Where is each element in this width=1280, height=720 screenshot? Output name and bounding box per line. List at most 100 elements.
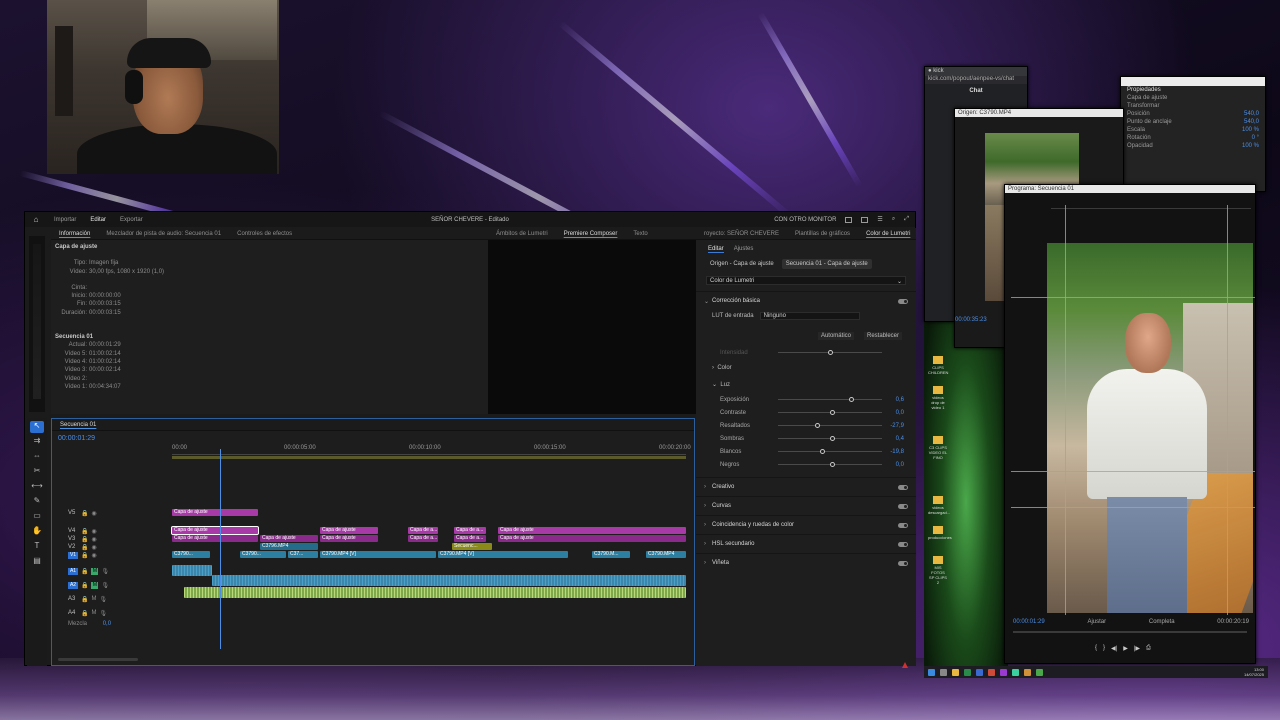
program-timecode[interactable]: 00:00:01:29	[1013, 619, 1045, 625]
tab-effect-controls[interactable]: Controles de efectos	[229, 231, 300, 237]
slider-knob[interactable]	[819, 449, 825, 454]
caption-icon[interactable]: ▤	[30, 556, 44, 568]
track-header-v2[interactable]: V2 🔒 ◉	[68, 543, 168, 551]
lock-icon[interactable]: 🔒	[81, 568, 88, 575]
timeline-clip[interactable]: Capa de ajuste	[498, 535, 686, 542]
light-slider[interactable]: Contraste 0,0	[696, 406, 916, 419]
settings-subtab[interactable]: Ajustes	[734, 246, 754, 253]
slider-track[interactable]	[778, 449, 882, 454]
home-icon[interactable]: ⌂	[25, 215, 47, 224]
section-toggle[interactable]	[898, 560, 908, 566]
intensity-slider[interactable]: Intensidad	[696, 346, 916, 359]
app-icon[interactable]	[988, 668, 995, 676]
export-tab[interactable]: Exportar	[113, 217, 150, 223]
workspace-label[interactable]: CON OTRO MONITOR	[774, 217, 836, 223]
section-toggle[interactable]	[898, 503, 908, 509]
horizontal-scrollbar[interactable]	[58, 658, 138, 661]
source-timecode[interactable]: 00:00:35:23	[955, 317, 987, 323]
mix-value[interactable]: 0,0	[103, 621, 111, 627]
timeline-clip[interactable]: C37...	[288, 551, 318, 558]
audio-clip[interactable]	[172, 565, 212, 576]
playhead[interactable]	[220, 449, 221, 649]
ripple-edit-icon[interactable]: ⇔	[30, 451, 44, 463]
timeline-clip[interactable]: Capa de ajuste	[172, 535, 258, 542]
share-icon[interactable]	[861, 216, 869, 223]
explorer-icon[interactable]	[952, 668, 959, 676]
desktop-folder[interactable]: C3 CLIPS VIDEO EL FINO	[928, 436, 948, 460]
start-icon[interactable]	[928, 668, 935, 676]
eye-icon[interactable]: ◉	[91, 536, 96, 543]
eye-icon[interactable]: ◉	[91, 528, 96, 535]
eye-icon[interactable]: ◉	[91, 510, 96, 517]
light-subsection[interactable]: ⌄ Luz	[696, 376, 916, 393]
app-icon[interactable]	[964, 668, 971, 676]
auto-button[interactable]: Automático	[817, 332, 854, 340]
taskbar-clock[interactable]: 13:00 14/07/2025	[1244, 667, 1264, 677]
play-icon[interactable]: ▶	[1123, 645, 1128, 652]
step-forward-icon[interactable]: |▶	[1134, 645, 1140, 652]
properties-window[interactable]: Propiedades Capa de ajuste Transformar P…	[1120, 76, 1266, 192]
track-header-v4[interactable]: V4 🔒 ◉	[68, 527, 168, 535]
mute-label[interactable]: M	[91, 610, 96, 616]
lock-icon[interactable]: 🔒	[81, 582, 88, 589]
app-icon[interactable]	[1036, 668, 1043, 676]
timeline-clip[interactable]: Capa de ajuste	[320, 535, 378, 542]
import-tab[interactable]: Importar	[47, 217, 83, 223]
section-toggle[interactable]	[898, 484, 908, 490]
timeline-clip[interactable]: Capa de ajuste	[171, 526, 259, 535]
timeline-clip[interactable]: Capa de a...	[454, 535, 486, 542]
tab-lumetri-scopes[interactable]: Ámbitos de Lumetri	[488, 231, 556, 237]
mark-in-icon[interactable]: {	[1095, 645, 1097, 652]
slider-track[interactable]	[778, 410, 882, 415]
quality-select[interactable]: Completa	[1149, 619, 1175, 625]
track-header-a3[interactable]: A3 🔒 M 🎙	[68, 595, 168, 603]
timeline-clip[interactable]: Capa de ajuste	[498, 527, 686, 534]
edit-tab[interactable]: Editar	[83, 217, 113, 223]
slider-value[interactable]: 0,0	[888, 410, 904, 416]
timeline-clip[interactable]: Capa de ajuste	[320, 527, 378, 534]
tab-audio-mixer[interactable]: Mezclador de pista de audio: Secuencia 0…	[98, 231, 229, 237]
selection-tool-icon[interactable]: ↖	[30, 421, 44, 433]
slider-knob[interactable]	[830, 436, 835, 441]
slider-knob[interactable]	[830, 410, 835, 415]
reset-button[interactable]: Restablecer	[863, 332, 902, 340]
zoom-select[interactable]: Ajustar	[1087, 619, 1106, 625]
track-header-a4[interactable]: A4 🔒 M 🎙	[68, 609, 168, 617]
light-slider[interactable]: Negros 0,0	[696, 458, 916, 471]
lock-icon[interactable]: 🔒	[81, 510, 88, 517]
mic-icon[interactable]: 🎙	[99, 596, 107, 603]
mute-label[interactable]: M	[91, 596, 96, 602]
desktop-folder[interactable]: MIS FOTOS SP CLIPS 2	[928, 556, 948, 585]
light-slider[interactable]: Blancos -19,8	[696, 445, 916, 458]
color-match-section[interactable]: › Coincidencia y ruedas de color	[696, 515, 916, 534]
desktop-folder[interactable]: producciones	[928, 526, 952, 540]
hsl-section[interactable]: › HSL secundario	[696, 534, 916, 553]
desktop-folder[interactable]: videos descargad...	[928, 496, 950, 515]
track-target[interactable]: V1	[68, 551, 78, 559]
slider-value[interactable]: 0,4	[888, 436, 904, 442]
timeline-clip[interactable]: C3790.MP4	[646, 551, 686, 558]
eye-icon[interactable]: ◉	[91, 544, 96, 551]
tab-info[interactable]: Información	[51, 231, 98, 237]
browser-tab[interactable]: ● kick	[925, 67, 1027, 76]
eye-icon[interactable]: ◉	[91, 552, 96, 559]
tab-premiere-composer[interactable]: Premiere Composer	[556, 231, 626, 237]
program-scrubber[interactable]	[1013, 631, 1247, 633]
mute-button[interactable]: M	[91, 567, 99, 575]
app-icon[interactable]	[1024, 668, 1031, 676]
guide-line[interactable]	[1227, 205, 1228, 615]
tab-graphics-templates[interactable]: Plantillas de gráficos	[787, 231, 858, 237]
timeline-clip[interactable]: Capa de ajuste	[260, 535, 318, 542]
time-ruler[interactable]: 00:00 00:00:05:00 00:00:10:00 00:00:15:0…	[172, 441, 691, 455]
edit-subtab[interactable]: Editar	[708, 246, 724, 253]
color-subsection[interactable]: › Color	[696, 359, 916, 376]
slip-icon[interactable]: ⟷	[30, 481, 44, 493]
slider-knob[interactable]	[848, 397, 854, 402]
timeline-clip[interactable]: C3790...	[172, 551, 210, 558]
export-frame-icon[interactable]: ⎙	[1146, 645, 1151, 652]
timeline-clip[interactable]: Capa de a...	[408, 535, 438, 542]
source-clip-button[interactable]: Origen - Capa de ajuste	[706, 259, 778, 269]
timeline-clip[interactable]: Capa de a...	[408, 527, 438, 534]
mic-icon[interactable]: 🎙	[99, 610, 107, 617]
property-value[interactable]: 540,0	[1244, 111, 1259, 117]
